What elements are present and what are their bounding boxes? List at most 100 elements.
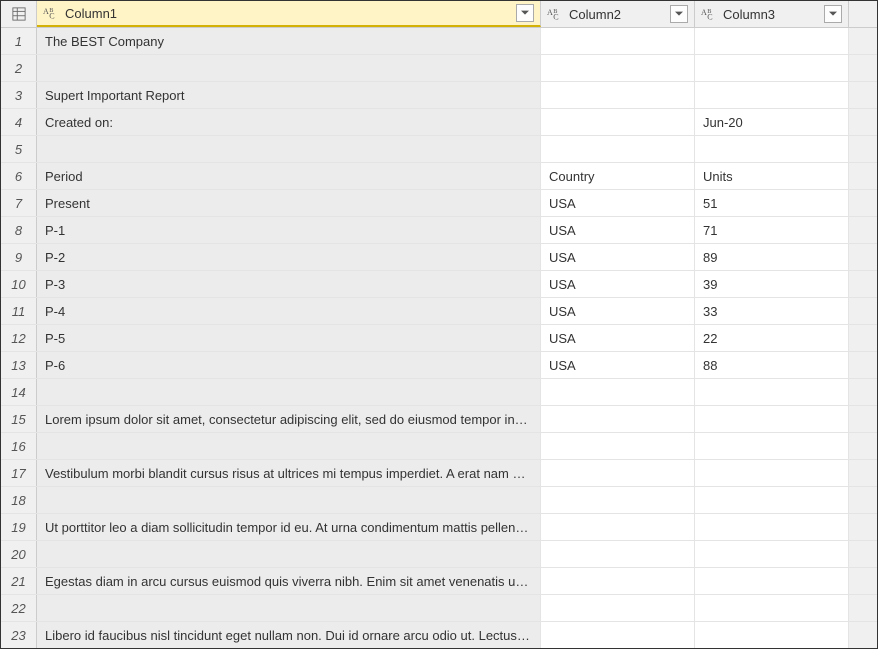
cell[interactable] [541, 28, 695, 54]
row-number[interactable]: 20 [1, 541, 37, 567]
table-row[interactable]: 14 [1, 379, 877, 406]
cell[interactable] [541, 460, 695, 486]
row-number[interactable]: 3 [1, 82, 37, 108]
row-number[interactable]: 19 [1, 514, 37, 540]
cell[interactable]: 39 [695, 271, 849, 297]
cell[interactable] [541, 136, 695, 162]
cell[interactable]: Units [695, 163, 849, 189]
table-row[interactable]: 5 [1, 136, 877, 163]
row-number[interactable]: 6 [1, 163, 37, 189]
cell[interactable]: P-2 [37, 244, 541, 270]
cell[interactable]: Created on: [37, 109, 541, 135]
cell[interactable] [695, 55, 849, 81]
cell[interactable]: Country [541, 163, 695, 189]
cell[interactable] [695, 136, 849, 162]
table-row[interactable]: 10P-3USA39 [1, 271, 877, 298]
cell[interactable]: USA [541, 217, 695, 243]
table-row[interactable]: 9P-2USA89 [1, 244, 877, 271]
cell[interactable] [37, 136, 541, 162]
column-header-column3[interactable]: A C B Column3 [695, 1, 849, 27]
table-row[interactable]: 8P-1USA71 [1, 217, 877, 244]
cell[interactable] [541, 55, 695, 81]
row-number[interactable]: 10 [1, 271, 37, 297]
cell[interactable] [695, 460, 849, 486]
cell[interactable] [695, 82, 849, 108]
cell[interactable] [695, 487, 849, 513]
row-number[interactable]: 1 [1, 28, 37, 54]
cell[interactable]: Libero id faucibus nisl tincidunt eget n… [37, 622, 541, 648]
cell[interactable]: USA [541, 271, 695, 297]
row-number[interactable]: 14 [1, 379, 37, 405]
table-row[interactable]: 2 [1, 55, 877, 82]
cell[interactable] [541, 406, 695, 432]
column-header-column2[interactable]: A C B Column2 [541, 1, 695, 27]
cell[interactable]: USA [541, 244, 695, 270]
cell[interactable] [541, 82, 695, 108]
cell[interactable] [695, 541, 849, 567]
table-row[interactable]: 7PresentUSA51 [1, 190, 877, 217]
filter-dropdown-button[interactable] [516, 4, 534, 22]
row-number[interactable]: 18 [1, 487, 37, 513]
table-row[interactable]: 22 [1, 595, 877, 622]
filter-dropdown-button[interactable] [670, 5, 688, 23]
table-row[interactable]: 13P-6USA88 [1, 352, 877, 379]
table-row[interactable]: 1The BEST Company [1, 28, 877, 55]
cell[interactable] [37, 595, 541, 621]
cell[interactable]: 33 [695, 298, 849, 324]
cell[interactable]: Lorem ipsum dolor sit amet, consectetur … [37, 406, 541, 432]
row-number[interactable]: 23 [1, 622, 37, 648]
cell[interactable]: P-5 [37, 325, 541, 351]
cell[interactable] [695, 379, 849, 405]
cell[interactable] [541, 487, 695, 513]
row-number[interactable]: 16 [1, 433, 37, 459]
table-row[interactable]: 17Vestibulum morbi blandit cursus risus … [1, 460, 877, 487]
table-row[interactable]: 4Created on: Jun-20 [1, 109, 877, 136]
cell[interactable]: 51 [695, 190, 849, 216]
cell[interactable]: P-3 [37, 271, 541, 297]
row-number[interactable]: 22 [1, 595, 37, 621]
cell[interactable] [37, 541, 541, 567]
cell[interactable] [37, 433, 541, 459]
table-row[interactable]: 23Libero id faucibus nisl tincidunt eget… [1, 622, 877, 648]
row-number[interactable]: 5 [1, 136, 37, 162]
cell[interactable] [541, 541, 695, 567]
cell[interactable]: 71 [695, 217, 849, 243]
cell[interactable] [541, 379, 695, 405]
table-row[interactable]: 11P-4USA33 [1, 298, 877, 325]
cell[interactable]: 22 [695, 325, 849, 351]
cell[interactable] [37, 55, 541, 81]
cell[interactable] [695, 514, 849, 540]
cell[interactable]: Supert Important Report [37, 82, 541, 108]
table-row[interactable]: 19Ut porttitor leo a diam sollicitudin t… [1, 514, 877, 541]
row-number[interactable]: 4 [1, 109, 37, 135]
cell[interactable]: Ut porttitor leo a diam sollicitudin tem… [37, 514, 541, 540]
cell[interactable] [541, 622, 695, 648]
cell[interactable]: USA [541, 325, 695, 351]
cell[interactable]: USA [541, 298, 695, 324]
table-row[interactable]: 21Egestas diam in arcu cursus euismod qu… [1, 568, 877, 595]
select-all-corner[interactable] [1, 1, 37, 27]
table-row[interactable]: 20 [1, 541, 877, 568]
cell[interactable] [695, 595, 849, 621]
cell[interactable] [541, 514, 695, 540]
cell[interactable]: Period [37, 163, 541, 189]
row-number[interactable]: 21 [1, 568, 37, 594]
cell[interactable] [541, 109, 695, 135]
cell[interactable]: Jun-20 [695, 109, 849, 135]
cell[interactable] [695, 622, 849, 648]
row-number[interactable]: 11 [1, 298, 37, 324]
table-row[interactable]: 16 [1, 433, 877, 460]
row-number[interactable]: 17 [1, 460, 37, 486]
cell[interactable] [37, 379, 541, 405]
cell[interactable]: Present [37, 190, 541, 216]
row-number[interactable]: 15 [1, 406, 37, 432]
row-number[interactable]: 9 [1, 244, 37, 270]
cell[interactable] [695, 433, 849, 459]
cell[interactable]: P-6 [37, 352, 541, 378]
cell[interactable]: 89 [695, 244, 849, 270]
table-row[interactable]: 12P-5USA22 [1, 325, 877, 352]
column-header-column1[interactable]: A C B Column1 [37, 1, 541, 27]
cell[interactable]: P-1 [37, 217, 541, 243]
row-number[interactable]: 12 [1, 325, 37, 351]
cell[interactable] [541, 595, 695, 621]
